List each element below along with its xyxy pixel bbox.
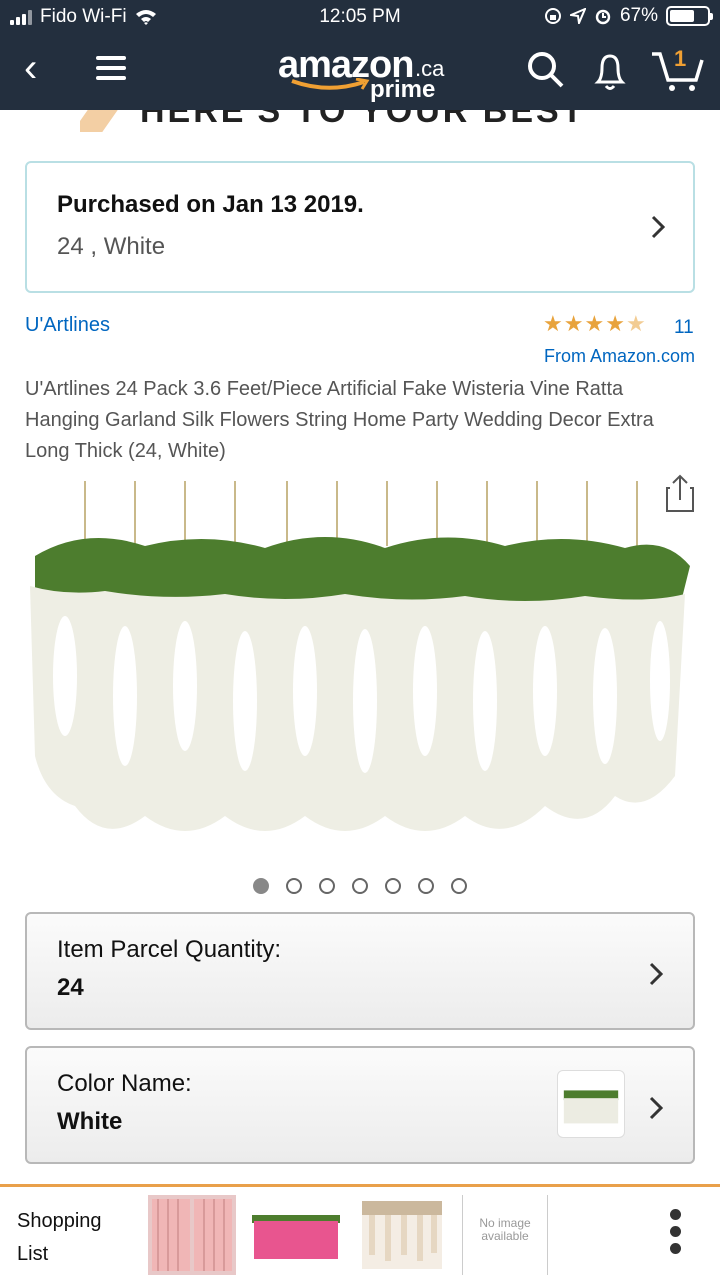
pagination-dot[interactable] — [418, 878, 434, 894]
pagination-dot[interactable] — [385, 878, 401, 894]
pagination-dot[interactable] — [253, 878, 269, 894]
list-item-backdrop-image[interactable] — [358, 1195, 446, 1275]
pagination-dot[interactable] — [286, 878, 302, 894]
banner-decoration — [80, 110, 118, 132]
brand-link[interactable]: U'Artlines — [25, 314, 110, 337]
pagination-dot[interactable] — [319, 878, 335, 894]
amazon-logo[interactable]: amazon .ca prime — [270, 42, 460, 106]
nav-bar: ‹ amazon .ca prime 1 — [0, 36, 720, 110]
color-selector[interactable]: Color Name: White — [25, 1046, 695, 1164]
chevron-right-icon — [649, 962, 663, 986]
share-icon[interactable] — [666, 474, 694, 512]
pagination-dot[interactable] — [451, 878, 467, 894]
chevron-right-icon — [649, 1096, 663, 1120]
star-icon: ★ — [563, 311, 584, 336]
hanging-strings — [84, 481, 638, 546]
top-bar: Fido Wi-Fi 12:05 PM 67% ‹ amazon .ca pri… — [0, 0, 720, 110]
color-value: White — [57, 1108, 123, 1135]
list-item-no-image[interactable]: No image available — [462, 1195, 548, 1275]
location-icon — [569, 8, 586, 24]
color-swatch-image — [557, 1070, 625, 1138]
logo-smile-icon — [291, 78, 370, 90]
purchase-variant: 24 , White — [57, 233, 166, 260]
promo-banner[interactable]: HERE'S TO YOUR BEST YEAR — [80, 110, 640, 132]
product-image[interactable] — [25, 476, 695, 866]
chevron-right-icon — [651, 215, 665, 239]
banner-text: HERE'S TO YOUR BEST YEAR — [140, 110, 586, 132]
star-icon: ★ — [543, 311, 563, 336]
quantity-label: Item Parcel Quantity: — [57, 936, 282, 963]
shopping-list-bar: Shopping List No image available — [0, 1184, 720, 1280]
status-bar: Fido Wi-Fi 12:05 PM 67% — [0, 0, 720, 36]
list-item-pink-wisteria-image[interactable] — [252, 1195, 340, 1275]
purchase-date: Purchased on Jan 13 2019. — [57, 191, 364, 218]
menu-icon[interactable] — [96, 56, 126, 86]
cart-button[interactable]: 1 — [650, 46, 706, 92]
no-image-text: No image available — [479, 1216, 531, 1243]
seller-info[interactable]: From Amazon.com — [544, 346, 695, 367]
color-label: Color Name: — [57, 1070, 192, 1097]
search-icon[interactable] — [526, 50, 566, 90]
battery-icon — [666, 6, 713, 26]
list-item-curtain-image[interactable] — [148, 1195, 236, 1275]
pagination-dot[interactable] — [352, 878, 368, 894]
more-options-icon[interactable] — [670, 1209, 684, 1260]
quantity-value: 24 — [57, 974, 84, 1001]
alarm-icon — [595, 9, 611, 25]
star-icon: ★ — [625, 311, 646, 336]
shopping-list-label[interactable]: Shopping List — [17, 1205, 127, 1271]
battery-percent: 67% — [619, 5, 658, 26]
rating-count[interactable]: 11 — [674, 317, 694, 339]
star-icon: ★ — [584, 311, 605, 336]
product-title: U'Artlines 24 Pack 3.6 Feet/Piece Artifi… — [25, 378, 654, 462]
bell-icon[interactable] — [590, 50, 630, 92]
star-icon: ★ — [605, 311, 625, 336]
cart-count: 1 — [674, 46, 687, 71]
logo-prime: prime — [370, 76, 436, 103]
image-pagination[interactable] — [0, 878, 720, 894]
back-chevron-icon[interactable]: ‹ — [24, 48, 37, 88]
star-rating[interactable]: ★ ★ ★ ★ ★ — [543, 312, 646, 336]
quantity-selector[interactable]: Item Parcel Quantity: 24 — [25, 912, 695, 1030]
screen-lock-icon — [544, 8, 561, 24]
purchase-history-card[interactable]: Purchased on Jan 13 2019. 24 , White — [25, 161, 695, 293]
